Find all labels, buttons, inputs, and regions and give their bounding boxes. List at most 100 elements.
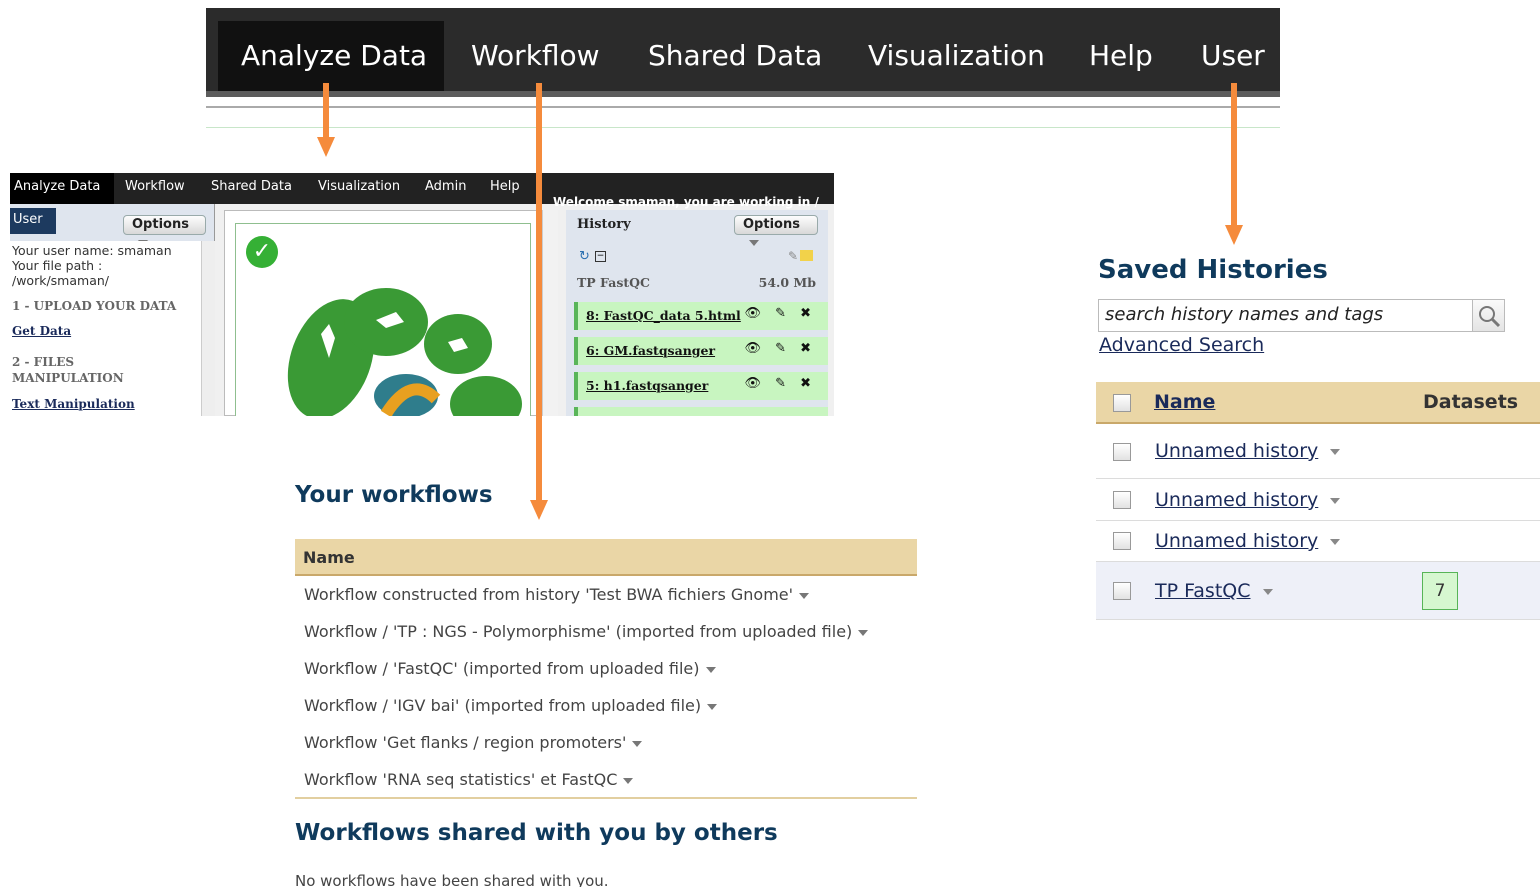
history-name-link[interactable]: Unnamed history: [1155, 489, 1341, 511]
nav-tab-analyze-data[interactable]: Analyze Data: [218, 21, 444, 91]
history-meta: ↻ − ✎ TP FastQC 54.0 Mb: [566, 248, 828, 300]
history-name[interactable]: TP FastQC: [577, 275, 650, 290]
dataset-action-icons[interactable]: 👁 ✎ ✖: [744, 376, 816, 391]
workflow-row[interactable]: Workflow / 'TP : NGS - Polymorphisme' (i…: [304, 622, 869, 641]
tool-options-button[interactable]: Options: [123, 215, 206, 246]
get-data-link[interactable]: Get Data: [12, 324, 71, 338]
arrow-analyze-shaft: [323, 83, 329, 139]
history-row: Unnamed history: [1096, 424, 1540, 479]
chevron-down-icon[interactable]: [707, 703, 718, 710]
workflow-title[interactable]: Workflow 'Get flanks / region promoters': [304, 733, 626, 752]
chevron-down-icon[interactable]: [1262, 588, 1273, 595]
dataset-title[interactable]: 6: GM.fastqsanger: [586, 343, 715, 358]
workflow-row[interactable]: Workflow 'Get flanks / region promoters': [304, 733, 643, 752]
row-checkbox[interactable]: [1113, 582, 1131, 600]
main-nav: Analyze Data Workflow Shared Data Visual…: [206, 8, 1280, 91]
chevron-down-icon[interactable]: [799, 592, 810, 599]
row-checkbox[interactable]: [1113, 491, 1131, 509]
workflow-title[interactable]: Workflow constructed from history 'Test …: [304, 585, 793, 604]
workflow-row[interactable]: Workflow / 'FastQC' (imported from uploa…: [304, 659, 716, 678]
saved-histories-title: Saved Histories: [1098, 255, 1328, 285]
chevron-down-icon[interactable]: [705, 666, 716, 673]
arrow-workflow-shaft: [536, 83, 542, 503]
center-scrollbar[interactable]: [542, 210, 558, 416]
tag-icon[interactable]: [800, 250, 813, 261]
history-size: 54.0 Mb: [758, 275, 816, 290]
galaxy-tab-admin[interactable]: Admin: [425, 173, 466, 204]
history-name-link[interactable]: TP FastQC: [1155, 580, 1273, 602]
user-menu[interactable]: User: [10, 208, 56, 234]
arrow-user-head: [1225, 225, 1243, 245]
section-files-2: MANIPULATION: [12, 371, 124, 385]
chevron-down-icon[interactable]: [858, 629, 869, 636]
workflows-table-footer: [295, 797, 917, 799]
dataset-action-icons[interactable]: 👁 ✎ ✖: [744, 306, 816, 321]
history-name-link[interactable]: Unnamed history: [1155, 440, 1341, 462]
nav-tab-shared-data[interactable]: Shared Data: [648, 21, 822, 91]
history-name-link[interactable]: Unnamed history: [1155, 530, 1341, 552]
workflows-title: Your workflows: [295, 482, 493, 508]
row-checkbox[interactable]: [1113, 532, 1131, 550]
collapse-icon[interactable]: −: [595, 251, 606, 262]
galaxy-tab-help[interactable]: Help: [490, 173, 520, 204]
galaxy-tab-visualization[interactable]: Visualization: [318, 173, 400, 204]
nav-tab-help[interactable]: Help: [1089, 21, 1153, 91]
arrow-analyze-head: [317, 137, 335, 157]
text-manipulation-link[interactable]: Text Manipulation: [12, 397, 135, 411]
row-checkbox[interactable]: [1113, 443, 1131, 461]
search-icon: [1479, 306, 1501, 328]
workflows-table-header: Name: [295, 539, 917, 576]
galaxy-tab-workflow[interactable]: Workflow: [125, 173, 185, 204]
arrow-user-shaft: [1231, 83, 1237, 225]
history-row: Unnamed history: [1096, 521, 1540, 562]
history-dataset[interactable]: 5: h1.fastqsanger 👁 ✎ ✖: [574, 372, 828, 400]
pencil-icon[interactable]: ✎: [788, 249, 798, 263]
history-search-input[interactable]: search history names and tags: [1098, 299, 1473, 332]
nav-tab-workflow[interactable]: Workflow: [471, 21, 600, 91]
history-dataset[interactable]: [574, 407, 828, 416]
options-label: Options: [743, 217, 800, 232]
datasets-count-badge: 7: [1422, 572, 1458, 610]
options-label: Options: [132, 217, 189, 232]
select-all-checkbox[interactable]: [1113, 394, 1131, 412]
dataset-title[interactable]: 5: h1.fastqsanger: [586, 378, 708, 393]
workflow-row[interactable]: Workflow 'RNA seq statistics' et FastQC: [304, 770, 634, 789]
history-row-current: TP FastQC 7: [1096, 562, 1540, 620]
galaxy-tab-shared-data[interactable]: Shared Data: [211, 173, 292, 204]
main-nav-underline: [206, 91, 1280, 108]
dataset-title[interactable]: 8: FastQC_data 5.html: [586, 308, 741, 323]
dataset-action-icons[interactable]: 👁 ✎ ✖: [744, 341, 816, 356]
refresh-icon[interactable]: ↻: [579, 249, 590, 264]
file-path-label: Your file path :: [12, 258, 103, 273]
arrow-workflow-head: [530, 500, 548, 520]
workflow-title[interactable]: Workflow / 'IGV bai' (imported from uplo…: [304, 696, 701, 715]
workflow-title[interactable]: Workflow / 'FastQC' (imported from uploa…: [304, 659, 700, 678]
advanced-search-link[interactable]: Advanced Search: [1099, 334, 1264, 356]
search-button[interactable]: [1473, 299, 1505, 332]
section-upload: 1 - UPLOAD YOUR DATA: [12, 299, 177, 313]
history-dataset[interactable]: 6: GM.fastqsanger 👁 ✎ ✖: [574, 337, 828, 365]
workflow-row[interactable]: Workflow constructed from history 'Test …: [304, 585, 810, 604]
nav-tab-visualization[interactable]: Visualization: [868, 21, 1045, 91]
workflow-title[interactable]: Workflow 'RNA seq statistics' et FastQC: [304, 770, 617, 789]
galaxy-tab-analyze-data[interactable]: Analyze Data: [10, 173, 114, 204]
workflow-title[interactable]: Workflow / 'TP : NGS - Polymorphisme' (i…: [304, 622, 852, 641]
chevron-down-icon[interactable]: [1330, 497, 1341, 504]
history-row: Unnamed history: [1096, 479, 1540, 521]
chevron-down-icon[interactable]: [1330, 448, 1341, 455]
center-content: ✓: [235, 223, 531, 416]
chevron-down-icon[interactable]: [1330, 538, 1341, 545]
galaxy-logo: [287, 288, 522, 416]
column-name-header: Name: [303, 548, 355, 567]
section-files: 2 - FILES: [12, 355, 75, 369]
nav-tab-user[interactable]: User: [1201, 21, 1265, 91]
history-dataset[interactable]: 8: FastQC_data 5.html 👁 ✎ ✖: [574, 302, 828, 330]
name-column-header[interactable]: Name: [1154, 391, 1215, 413]
tool-panel-scrollbar[interactable]: [201, 241, 215, 416]
galaxy-window: Analyze Data Workflow Shared Data Visual…: [10, 173, 834, 416]
center-panel: ✓: [224, 210, 542, 416]
workflow-row[interactable]: Workflow / 'IGV bai' (imported from uplo…: [304, 696, 718, 715]
chevron-down-icon[interactable]: [623, 777, 634, 784]
chevron-down-icon[interactable]: [632, 740, 643, 747]
history-options-button[interactable]: Options: [734, 215, 818, 246]
